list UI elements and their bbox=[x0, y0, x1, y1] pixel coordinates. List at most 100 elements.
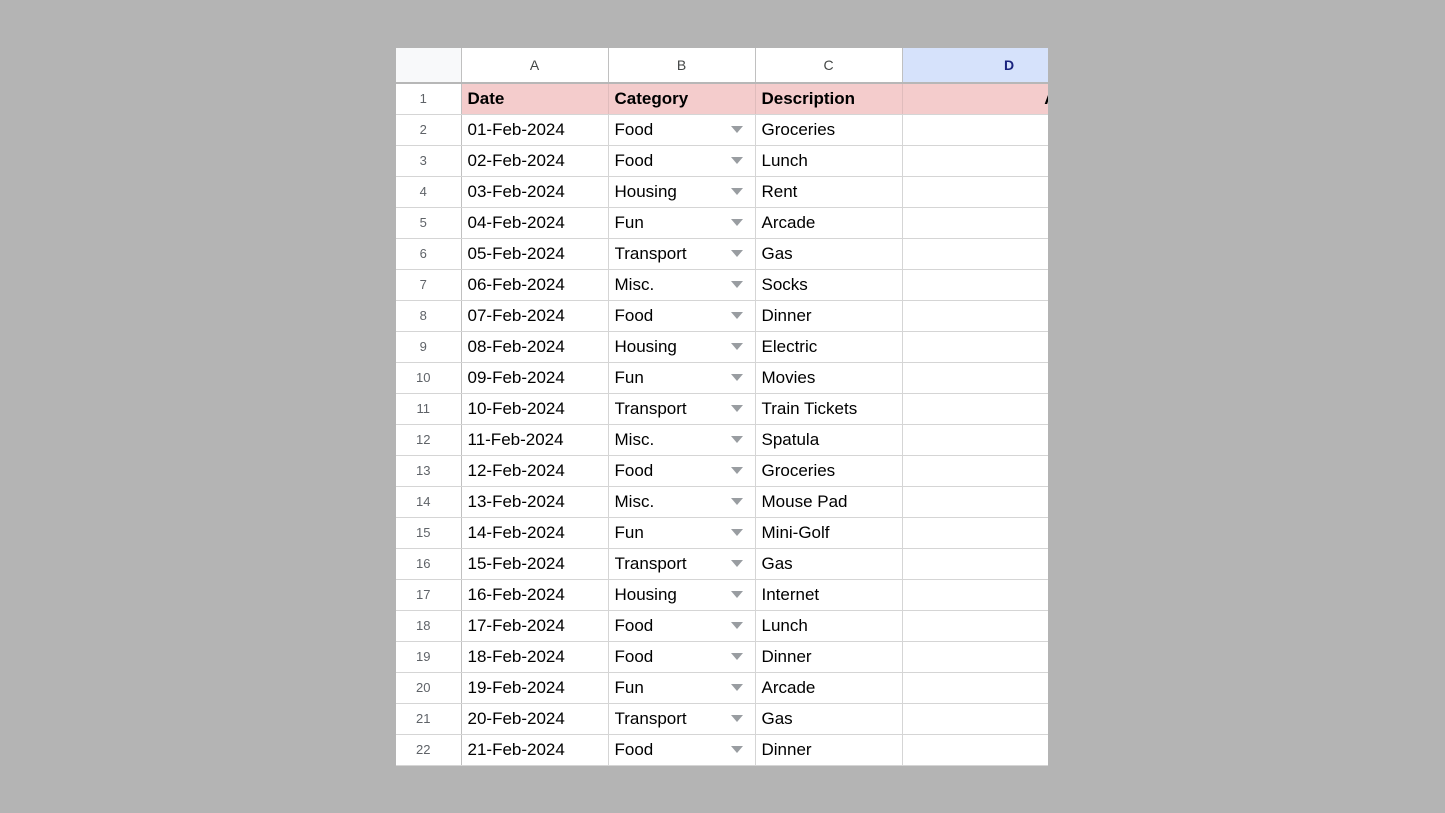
cell-description[interactable]: Lunch bbox=[755, 145, 903, 177]
row-number[interactable]: 8 bbox=[396, 300, 462, 332]
chevron-down-icon[interactable] bbox=[730, 188, 743, 195]
chevron-down-icon[interactable] bbox=[730, 343, 743, 350]
category-dropdown[interactable]: Fun bbox=[615, 208, 749, 238]
chevron-down-icon[interactable] bbox=[730, 498, 743, 505]
cell-category[interactable]: Food bbox=[608, 145, 756, 177]
cell-amount[interactable]: 18.60 bbox=[902, 641, 1048, 673]
cell-date[interactable]: 11-Feb-2024 bbox=[461, 424, 609, 456]
row-number[interactable]: 3 bbox=[396, 145, 462, 177]
cell-description[interactable]: Dinner bbox=[755, 641, 903, 673]
cell-date[interactable]: 10-Feb-2024 bbox=[461, 393, 609, 425]
cell-date[interactable]: 20-Feb-2024 bbox=[461, 703, 609, 735]
column-header-b[interactable]: B bbox=[608, 48, 756, 84]
cell-amount[interactable]: 16.40 bbox=[902, 610, 1048, 642]
row-number[interactable]: 20 bbox=[396, 672, 462, 704]
cell-amount[interactable]: 16.00 bbox=[902, 672, 1048, 704]
chevron-down-icon[interactable] bbox=[730, 684, 743, 691]
cell-date[interactable]: 03-Feb-2024 bbox=[461, 176, 609, 208]
row-number[interactable]: 19 bbox=[396, 641, 462, 673]
cell-description[interactable]: Groceries bbox=[755, 455, 903, 487]
cell-amount[interactable]: 10.62 bbox=[902, 486, 1048, 518]
row-number[interactable]: 9 bbox=[396, 331, 462, 363]
chevron-down-icon[interactable] bbox=[730, 746, 743, 753]
cell-category[interactable]: Food bbox=[608, 641, 756, 673]
cell-c1-description-header[interactable]: Description bbox=[755, 83, 903, 115]
category-dropdown[interactable]: Food bbox=[615, 611, 749, 641]
category-dropdown[interactable]: Fun bbox=[615, 518, 749, 548]
cell-category[interactable]: Transport bbox=[608, 548, 756, 580]
category-dropdown[interactable]: Housing bbox=[615, 332, 749, 362]
row-number[interactable]: 12 bbox=[396, 424, 462, 456]
cell-amount[interactable]: 42.50 bbox=[902, 362, 1048, 394]
cell-description[interactable]: Train Tickets bbox=[755, 393, 903, 425]
chevron-down-icon[interactable] bbox=[730, 653, 743, 660]
chevron-down-icon[interactable] bbox=[730, 250, 743, 257]
cell-category[interactable]: Fun bbox=[608, 207, 756, 239]
cell-description[interactable]: Rent bbox=[755, 176, 903, 208]
cell-category[interactable]: Fun bbox=[608, 362, 756, 394]
cell-description[interactable]: Arcade bbox=[755, 207, 903, 239]
cell-date[interactable]: 15-Feb-2024 bbox=[461, 548, 609, 580]
chevron-down-icon[interactable] bbox=[730, 529, 743, 536]
cell-amount[interactable]: 24.30 bbox=[902, 703, 1048, 735]
category-dropdown[interactable]: Transport bbox=[615, 704, 749, 734]
cell-date[interactable]: 01-Feb-2024 bbox=[461, 114, 609, 146]
row-number[interactable]: 21 bbox=[396, 703, 462, 735]
row-number[interactable]: 7 bbox=[396, 269, 462, 301]
cell-category[interactable]: Transport bbox=[608, 703, 756, 735]
chevron-down-icon[interactable] bbox=[730, 405, 743, 412]
cell-description[interactable]: Arcade bbox=[755, 672, 903, 704]
column-header-a[interactable]: A bbox=[461, 48, 609, 84]
category-dropdown[interactable]: Food bbox=[615, 456, 749, 486]
category-dropdown[interactable]: Misc. bbox=[615, 425, 749, 455]
chevron-down-icon[interactable] bbox=[730, 157, 743, 164]
chevron-down-icon[interactable] bbox=[730, 622, 743, 629]
category-dropdown[interactable]: Transport bbox=[615, 394, 749, 424]
cell-description[interactable]: Spatula bbox=[755, 424, 903, 456]
cell-date[interactable]: 17-Feb-2024 bbox=[461, 610, 609, 642]
cell-date[interactable]: 05-Feb-2024 bbox=[461, 238, 609, 270]
category-dropdown[interactable]: Fun bbox=[615, 673, 749, 703]
row-number[interactable]: 10 bbox=[396, 362, 462, 394]
cell-category[interactable]: Misc. bbox=[608, 486, 756, 518]
cell-d1-amount-header[interactable]: Amount bbox=[902, 83, 1048, 115]
chevron-down-icon[interactable] bbox=[730, 591, 743, 598]
cell-amount[interactable]: 16.00 bbox=[902, 207, 1048, 239]
cell-category[interactable]: Food bbox=[608, 610, 756, 642]
chevron-down-icon[interactable] bbox=[730, 436, 743, 443]
cell-amount[interactable]: 26.30 bbox=[902, 734, 1048, 766]
cell-date[interactable]: 12-Feb-2024 bbox=[461, 455, 609, 487]
row-number[interactable]: 17 bbox=[396, 579, 462, 611]
category-dropdown[interactable]: Transport bbox=[615, 239, 749, 269]
row-number[interactable]: 4 bbox=[396, 176, 462, 208]
cell-description[interactable]: Gas bbox=[755, 703, 903, 735]
cell-amount[interactable]: 84.00 bbox=[902, 579, 1048, 611]
spreadsheet-grid[interactable]: A B C D 1 Date Category Description Amou… bbox=[396, 48, 1048, 766]
cell-date[interactable]: 21-Feb-2024 bbox=[461, 734, 609, 766]
chevron-down-icon[interactable] bbox=[730, 560, 743, 567]
cell-description[interactable]: Internet bbox=[755, 579, 903, 611]
chevron-down-icon[interactable] bbox=[730, 374, 743, 381]
cell-description[interactable]: Dinner bbox=[755, 734, 903, 766]
cell-amount[interactable]: 32.56 bbox=[902, 238, 1048, 270]
category-dropdown[interactable]: Transport bbox=[615, 549, 749, 579]
row-number[interactable]: 22 bbox=[396, 734, 462, 766]
cell-category[interactable]: Food bbox=[608, 114, 756, 146]
cell-amount[interactable]: 656.00 bbox=[902, 176, 1048, 208]
category-dropdown[interactable]: Food bbox=[615, 301, 749, 331]
category-dropdown[interactable]: Housing bbox=[615, 580, 749, 610]
cell-date[interactable]: 19-Feb-2024 bbox=[461, 672, 609, 704]
cell-category[interactable]: Housing bbox=[608, 176, 756, 208]
category-dropdown[interactable]: Food bbox=[615, 146, 749, 176]
row-number[interactable]: 2 bbox=[396, 114, 462, 146]
row-number[interactable]: 18 bbox=[396, 610, 462, 642]
chevron-down-icon[interactable] bbox=[730, 715, 743, 722]
cell-description[interactable]: Gas bbox=[755, 238, 903, 270]
cell-category[interactable]: Misc. bbox=[608, 269, 756, 301]
cell-category[interactable]: Fun bbox=[608, 517, 756, 549]
select-all-corner[interactable] bbox=[396, 48, 462, 84]
chevron-down-icon[interactable] bbox=[730, 312, 743, 319]
row-number[interactable]: 13 bbox=[396, 455, 462, 487]
row-number[interactable]: 5 bbox=[396, 207, 462, 239]
cell-date[interactable]: 08-Feb-2024 bbox=[461, 331, 609, 363]
